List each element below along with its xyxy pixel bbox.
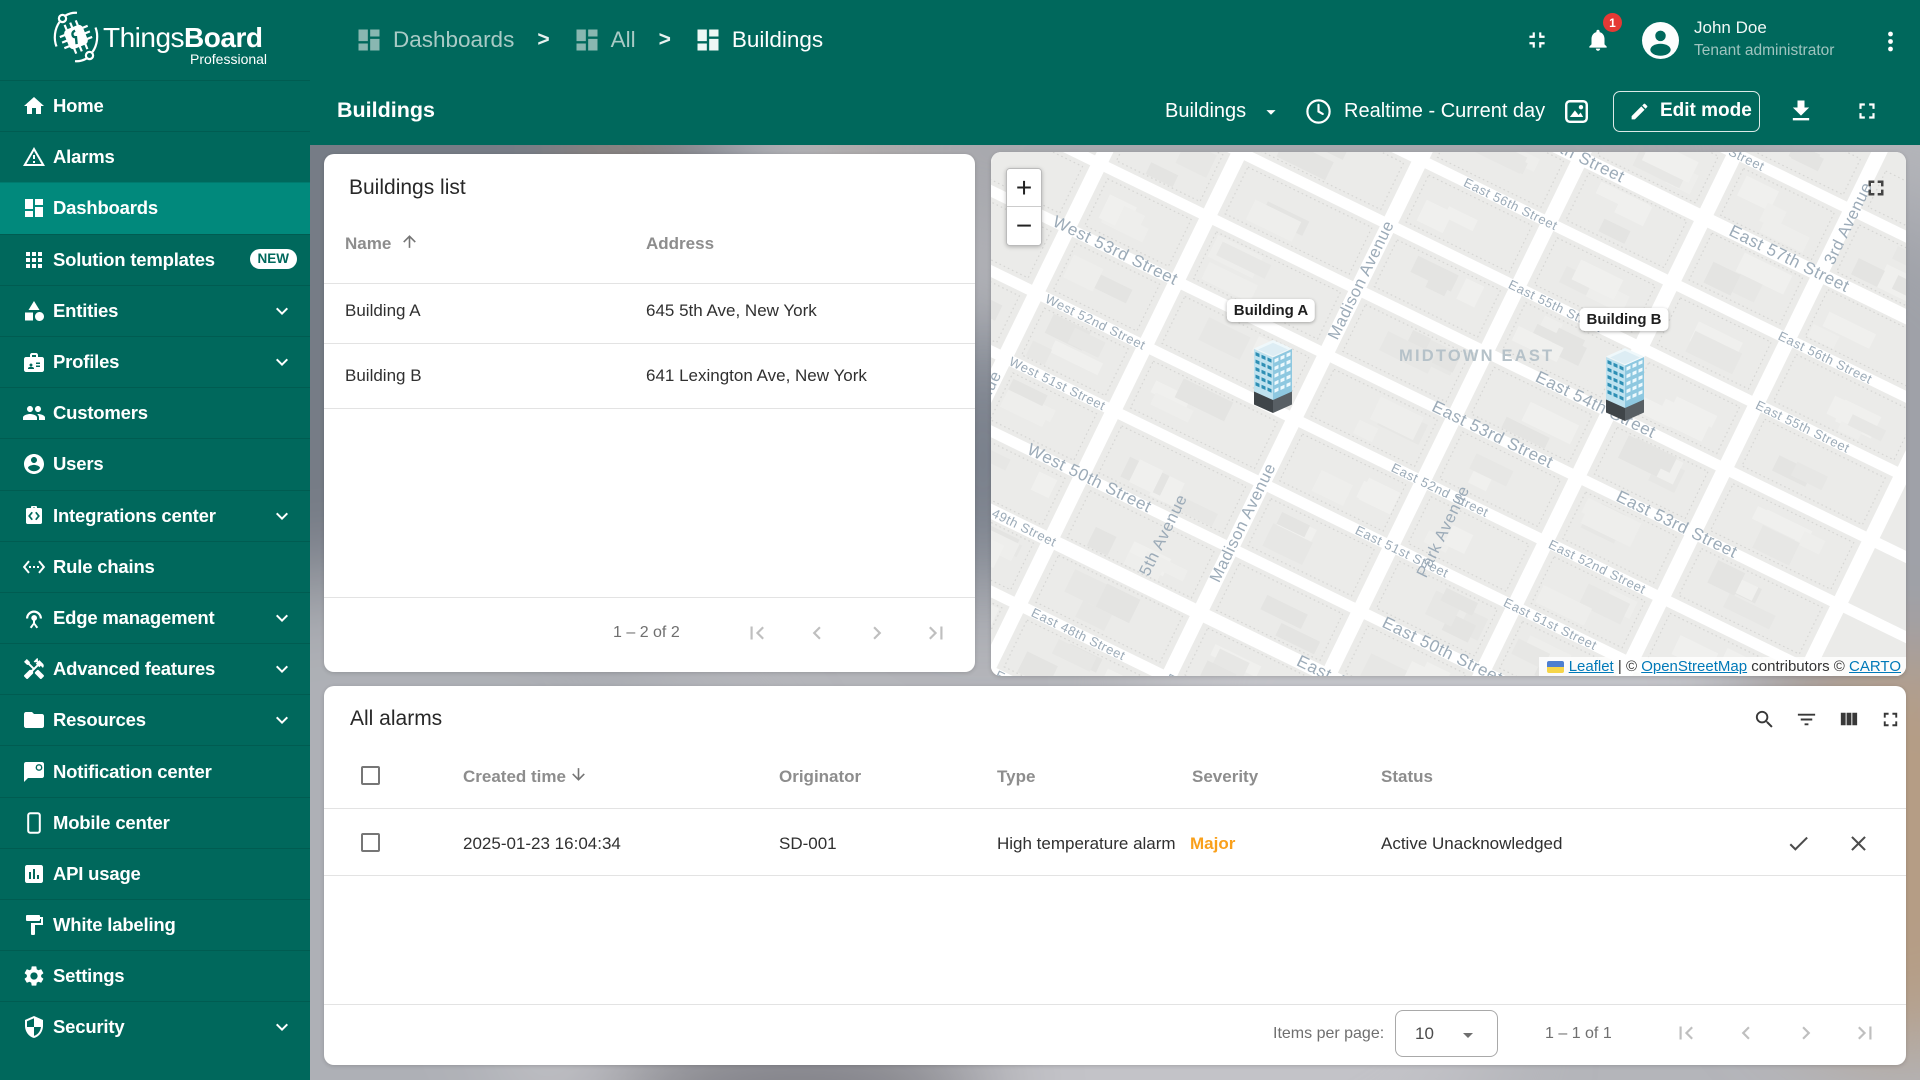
svg-text:MIDTOWN EAST: MIDTOWN EAST bbox=[1399, 347, 1554, 365]
